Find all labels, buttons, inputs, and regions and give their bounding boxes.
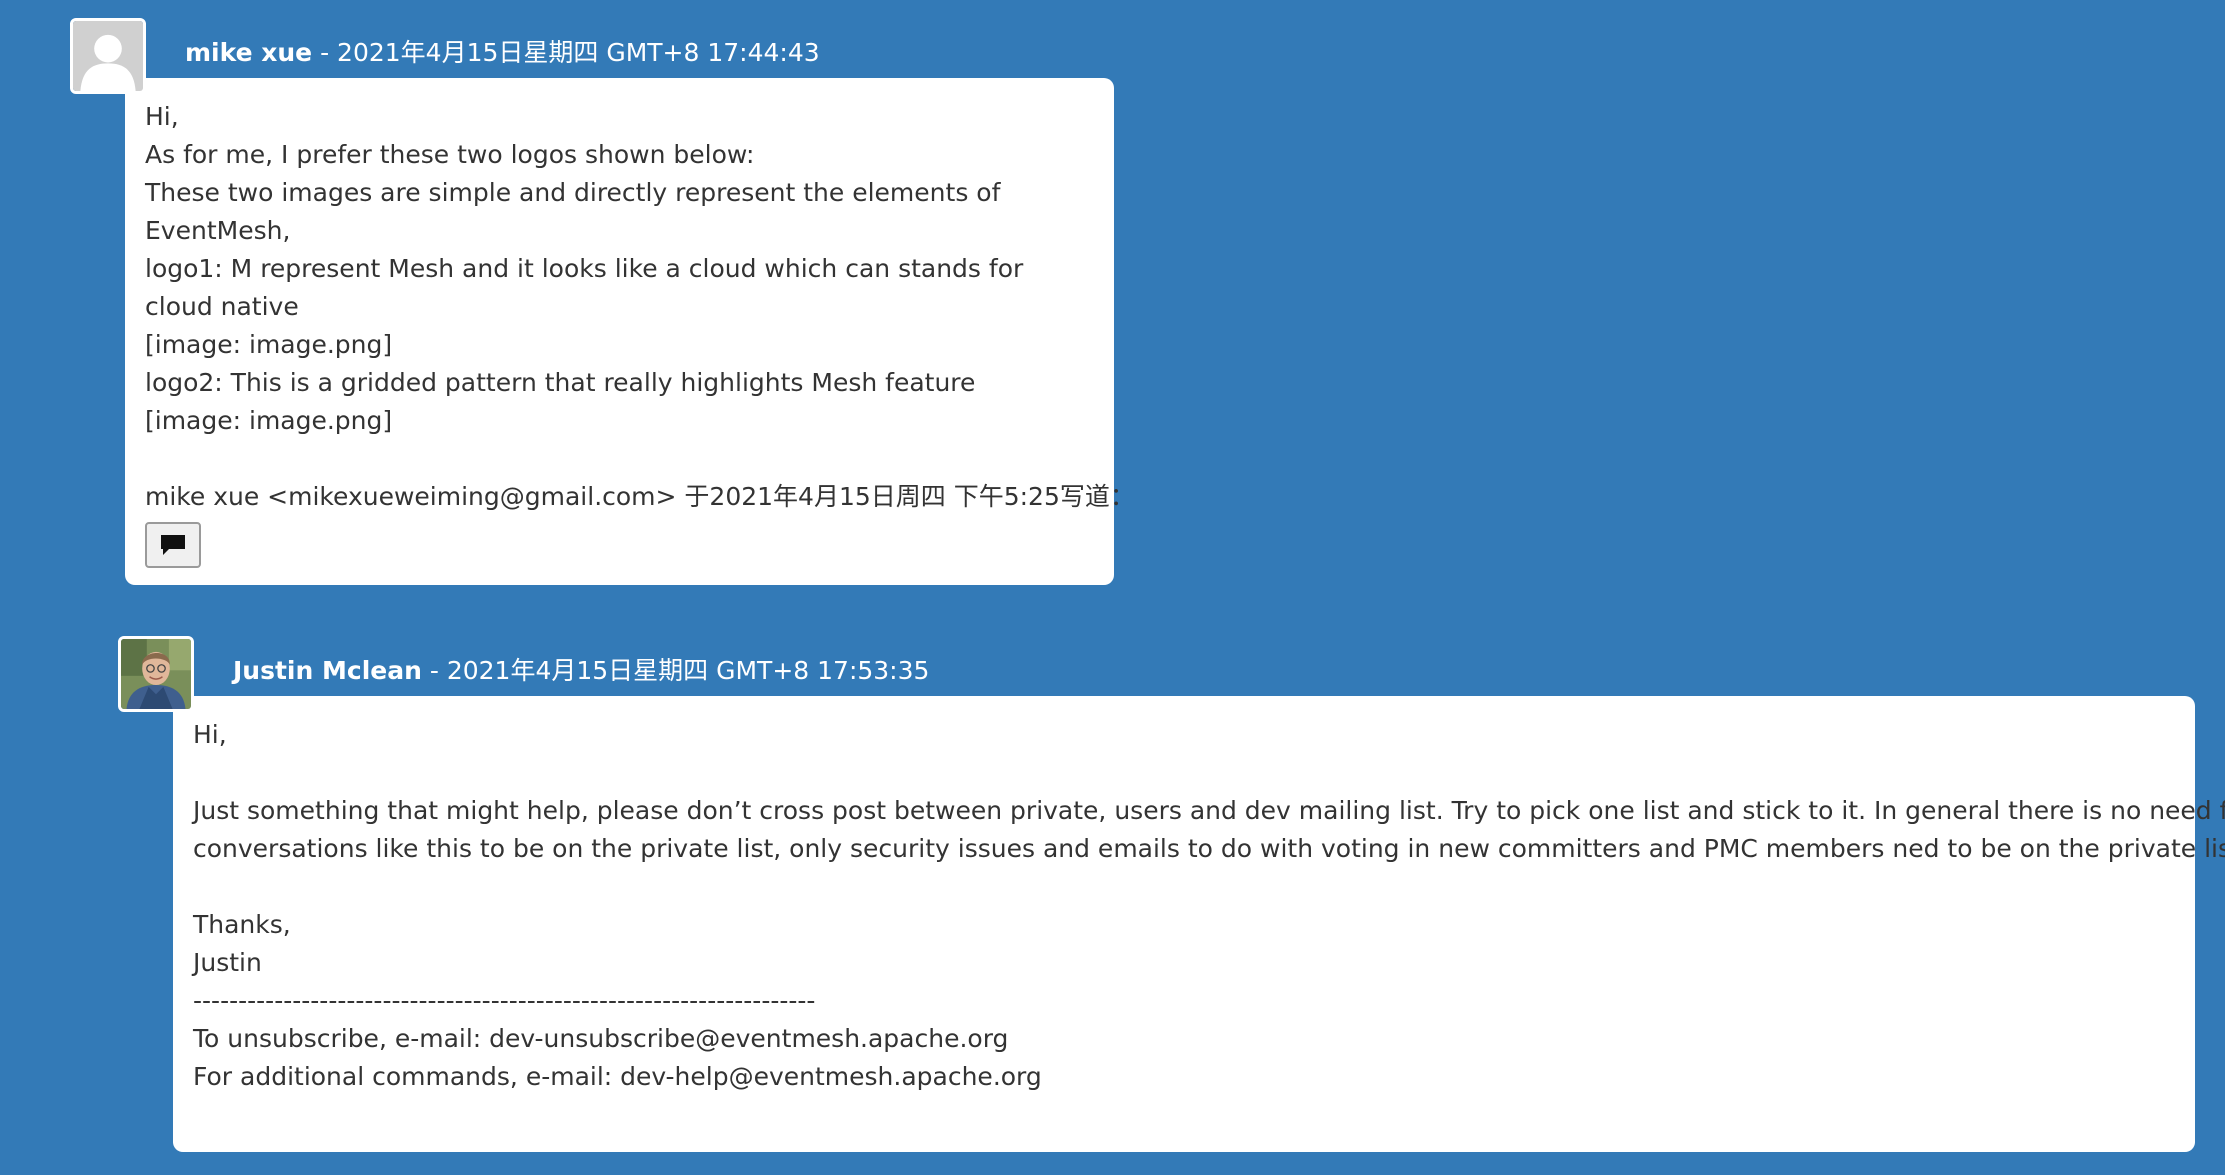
message-date: 2021年4月15日星期四 GMT+8 17:44:43: [337, 38, 820, 67]
quote-attribution: mike xue <mikexueweiming@gmail.com> 于202…: [145, 482, 1135, 511]
header-separator: -: [312, 38, 338, 67]
body-line: conversations like this to be on the pri…: [193, 834, 2225, 863]
image-placeholder: [image: image.png]: [145, 330, 393, 359]
header-separator: -: [421, 656, 447, 685]
show-quoted-button[interactable]: [145, 522, 201, 568]
avatar-mike-xue[interactable]: [70, 18, 146, 94]
speech-bubble-icon: [161, 535, 185, 555]
body-line: cloud native: [145, 292, 299, 321]
default-user-icon: [73, 21, 143, 91]
help-line: For additional commands, e-mail: dev-hel…: [193, 1062, 1042, 1091]
body-line: As for me, I prefer these two logos show…: [145, 140, 755, 169]
signature: Justin: [193, 948, 262, 977]
body-line: Just something that might help, please d…: [193, 796, 2225, 825]
avatar-justin-mclean[interactable]: [118, 636, 194, 712]
message-date: 2021年4月15日星期四 GMT+8 17:53:35: [446, 656, 930, 685]
body-line: logo2: This is a gridded pattern that re…: [145, 368, 976, 397]
unsubscribe-line: To unsubscribe, e-mail: dev-unsubscribe@…: [193, 1024, 1009, 1053]
body-line: EventMesh,: [145, 216, 291, 245]
author-name[interactable]: Justin Mclean: [233, 656, 422, 685]
body-line: Hi,: [145, 102, 179, 131]
user-photo: [121, 639, 191, 709]
message-body: Hi, As for me, I prefer these two logos …: [125, 78, 1135, 585]
author-name[interactable]: mike xue: [185, 38, 312, 67]
body-line: Hi,: [193, 720, 227, 749]
image-placeholder: [image: image.png]: [145, 406, 393, 435]
message-header: mike xue - 2021年4月15日星期四 GMT+8 17:44:43: [185, 37, 820, 69]
divider-line: ----------------------------------------…: [193, 986, 816, 1015]
body-line: logo1: M represent Mesh and it looks lik…: [145, 254, 1024, 283]
message-body: Hi, Just something that might help, plea…: [173, 696, 2225, 1152]
message-header: Justin Mclean - 2021年4月15日星期四 GMT+8 17:5…: [233, 655, 929, 687]
body-line: These two images are simple and directly…: [145, 178, 1001, 207]
body-line: Thanks,: [193, 910, 291, 939]
